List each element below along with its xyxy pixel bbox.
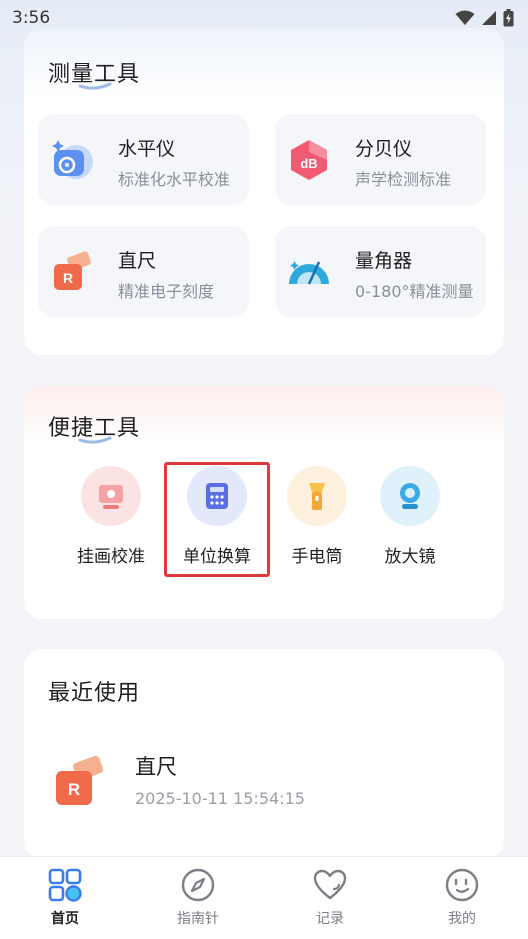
- tool-protractor[interactable]: 量角器 0-180°精准测量: [275, 226, 486, 317]
- home-grid-icon: [48, 868, 82, 902]
- heart-icon: [313, 869, 347, 900]
- ruler-icon: R: [54, 251, 91, 290]
- recent-card: 最近使用 R 直尺 2025-10-11 15:54:15: [24, 649, 504, 859]
- quick-picture-align-circle: [81, 466, 141, 526]
- recent-item-time: 2025-10-11 15:54:15: [135, 789, 305, 808]
- recent-title: 最近使用: [48, 681, 141, 706]
- title-underline-decoration: [78, 436, 112, 444]
- nav-compass[interactable]: 指南针: [148, 867, 248, 928]
- decibel-icon: dB: [291, 140, 327, 180]
- tool-ruler-name: 直尺: [118, 250, 157, 272]
- recent-ruler-icon-text: R: [68, 780, 80, 799]
- magnifier-icon: [400, 483, 420, 509]
- cell-signal-icon: [482, 11, 496, 25]
- tool-decibel[interactable]: dB 分贝仪 声学检测标准: [275, 114, 486, 205]
- battery-icon: [503, 9, 514, 27]
- recent-item-name[interactable]: 直尺: [135, 751, 177, 781]
- title-underline-decoration: [78, 82, 112, 90]
- decibel-icon-text: dB: [300, 156, 317, 171]
- tool-ruler-desc: 精准电子刻度: [118, 282, 215, 301]
- quick-flashlight-circle: [287, 466, 347, 526]
- tool-level[interactable]: 水平仪 标准化水平校准: [38, 114, 249, 205]
- tool-ruler[interactable]: R 直尺 精准电子刻度: [38, 226, 249, 317]
- recent-ruler-icon: R: [56, 755, 104, 805]
- wifi-icon: [455, 10, 475, 25]
- tool-protractor-name: 量角器: [355, 250, 413, 272]
- bottom-nav: 首页 指南针 记录 我的: [0, 856, 528, 939]
- status-time: 3:56: [12, 8, 51, 28]
- status-icons: [455, 9, 514, 27]
- picture-align-icon: [99, 485, 123, 509]
- ruler-icon-text: R: [63, 270, 73, 286]
- tool-level-desc: 标准化水平校准: [118, 170, 231, 189]
- quick-picture-align-label: 挂画校准: [77, 547, 145, 567]
- nav-profile[interactable]: 我的: [412, 867, 512, 928]
- quick-magnifier-label: 放大镜: [384, 547, 436, 567]
- quick-magnifier-circle: [380, 466, 440, 526]
- tool-decibel-name: 分贝仪: [355, 138, 413, 160]
- highlight-box: [164, 462, 270, 577]
- protractor-icon: [289, 261, 329, 285]
- nav-home-label: 首页: [51, 911, 79, 927]
- nav-records[interactable]: 记录: [280, 867, 380, 928]
- flashlight-icon: [309, 483, 325, 510]
- quick-picture-align[interactable]: 挂画校准: [61, 466, 161, 567]
- tool-level-name: 水平仪: [118, 138, 176, 160]
- measure-tools-card: 测量工具 水平仪 标准化水平校准 dB 分贝仪 声学检测标准 R 直尺 精准电子…: [24, 28, 504, 355]
- tool-decibel-desc: 声学检测标准: [355, 170, 452, 189]
- quick-magnifier[interactable]: 放大镜: [360, 466, 460, 567]
- nav-records-label: 记录: [316, 911, 344, 927]
- quick-flashlight-label: 手电筒: [291, 547, 343, 567]
- quick-flashlight[interactable]: 手电筒: [267, 466, 367, 567]
- nav-compass-label: 指南针: [177, 911, 219, 927]
- nav-profile-label: 我的: [448, 911, 476, 927]
- compass-icon: [181, 868, 215, 902]
- nav-home[interactable]: 首页: [15, 867, 115, 928]
- profile-smile-icon: [445, 868, 479, 902]
- level-icon: [52, 140, 93, 179]
- tool-protractor-desc: 0-180°精准测量: [355, 282, 474, 301]
